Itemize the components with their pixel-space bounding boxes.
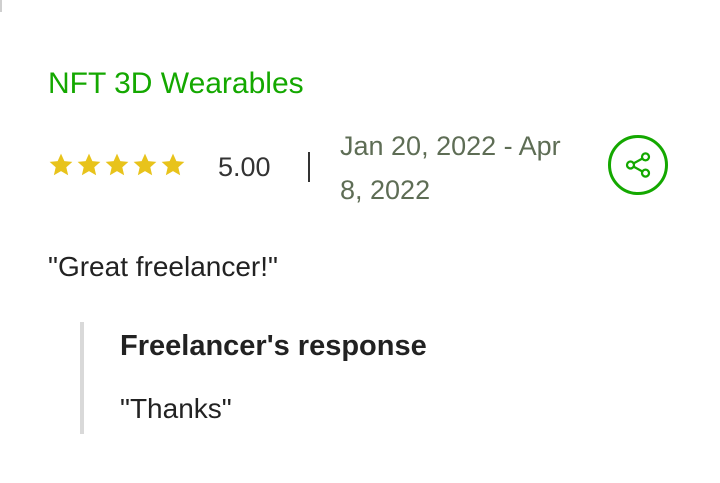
star-icon (160, 152, 186, 178)
star-rating (48, 152, 186, 182)
client-feedback: "Great freelancer!" (48, 251, 278, 282)
star-icon (104, 152, 130, 178)
rating-value: 5.00 (218, 152, 271, 182)
review-meta: 5.00 Jan 20, 2022 - Apr 8, 2022 (48, 128, 672, 206)
response-heading: Freelancer's response (120, 330, 427, 362)
share-icon (623, 150, 653, 180)
share-button[interactable] (608, 135, 668, 195)
contract-date-range: Jan 20, 2022 - Apr 8, 2022 (340, 131, 561, 205)
review-card: NFT 3D Wearables 5.00 Jan 20, 2022 - Apr… (0, 0, 720, 483)
star-icon (76, 152, 102, 178)
project-title[interactable]: NFT 3D Wearables (48, 64, 304, 104)
meta-divider (308, 152, 310, 182)
star-icon (48, 152, 74, 178)
star-icon (132, 152, 158, 178)
response-text: "Thanks" (120, 393, 232, 424)
freelancer-response: Freelancer's response "Thanks" (80, 322, 640, 434)
